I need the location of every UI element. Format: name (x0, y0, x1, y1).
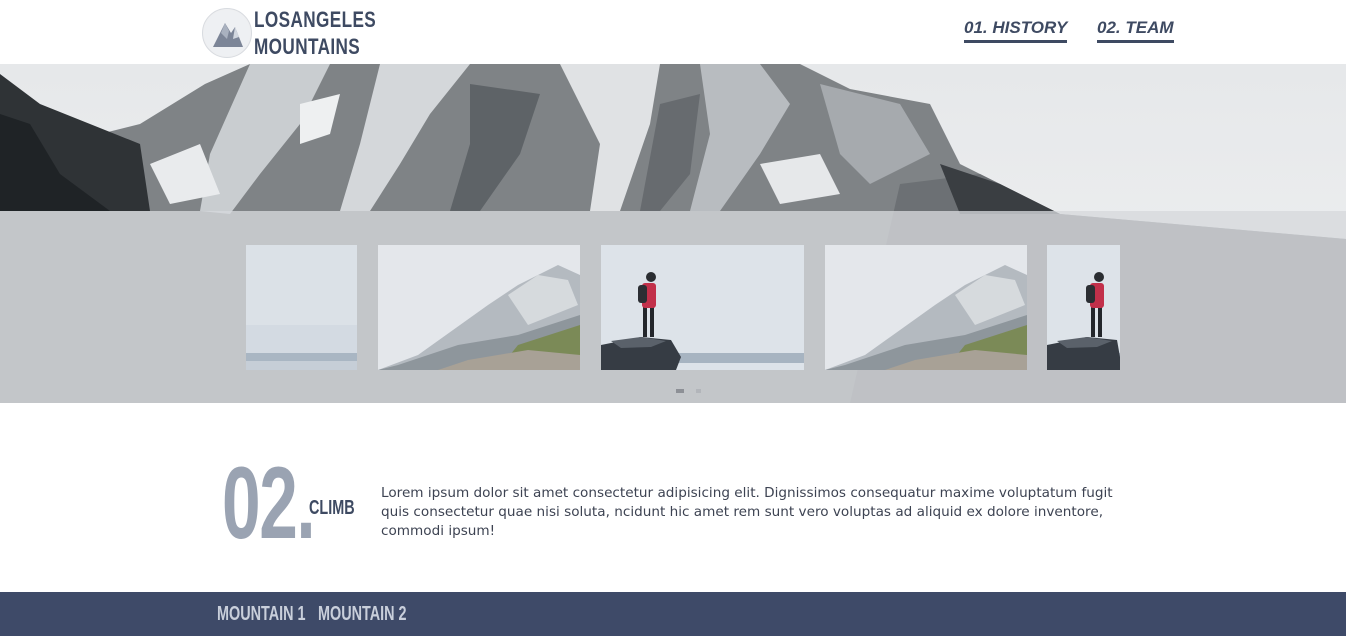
carousel-slide[interactable] (1047, 245, 1120, 370)
hero-banner (0, 64, 1346, 403)
carousel-slide[interactable] (378, 245, 580, 370)
hiker-photo (601, 245, 804, 370)
brand-logo-text[interactable]: LOSANGELES MOUNTAINS (254, 6, 376, 60)
section-title: CLIMB (309, 497, 355, 519)
carousel-slide[interactable] (246, 245, 357, 370)
carousel-slide[interactable] (601, 245, 804, 370)
section-text: Lorem ipsum dolor sit amet consectetur a… (381, 485, 1113, 539)
misty-mountain-photo (378, 245, 580, 370)
nav-history-link[interactable]: 01. HISTORY (964, 18, 1068, 43)
footer-link-mountain-1[interactable]: MOUNTAIN 1 (217, 603, 306, 626)
misty-mountain-photo (825, 245, 1027, 370)
carousel-dot-1[interactable] (676, 389, 684, 393)
footer-link-mountain-2[interactable]: MOUNTAIN 2 (318, 603, 407, 626)
section-number: 02. (222, 446, 316, 560)
brand-line-2: MOUNTAINS (254, 34, 361, 59)
site-footer: MOUNTAIN 1 MOUNTAIN 2 (0, 592, 1346, 636)
carousel-slide[interactable] (825, 245, 1027, 370)
site-header: LOSANGELES MOUNTAINS 01. HISTORY 02. TEA… (0, 0, 1346, 64)
brand-line-1: LOSANGELES (254, 7, 377, 32)
mountain-logo-icon[interactable] (202, 8, 252, 58)
hiker-photo (1047, 245, 1120, 370)
nav-team-link[interactable]: 02. TEAM (1097, 18, 1174, 43)
carousel-dot-2[interactable] (696, 389, 701, 393)
fog-photo (246, 245, 357, 370)
